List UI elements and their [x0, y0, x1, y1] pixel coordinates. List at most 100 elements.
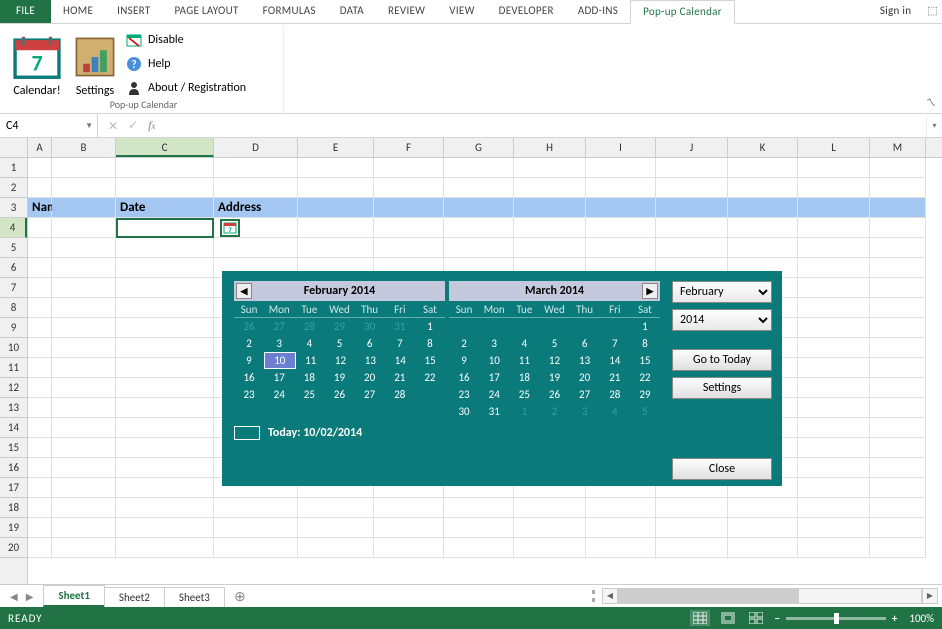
- calendar-day[interactable]: 3: [264, 335, 294, 352]
- cell-J3[interactable]: [656, 198, 728, 218]
- cell-M8[interactable]: [870, 298, 926, 318]
- row-header-15[interactable]: 15: [0, 438, 27, 458]
- scroll-thumb[interactable]: [619, 589, 799, 603]
- cancel-formula-icon[interactable]: ✕: [108, 119, 118, 133]
- cell-G19[interactable]: [444, 518, 514, 538]
- row-header-8[interactable]: 8: [0, 298, 27, 318]
- cell-D2[interactable]: [214, 178, 298, 198]
- cell-C15[interactable]: [116, 438, 214, 458]
- cell-D19[interactable]: [214, 518, 298, 538]
- cell-B3[interactable]: [52, 198, 116, 218]
- calendar-day[interactable]: 2: [539, 403, 569, 420]
- calendar-day[interactable]: 29: [324, 318, 354, 335]
- calendar-day[interactable]: 20: [570, 369, 600, 386]
- row-header-16[interactable]: 16: [0, 458, 27, 478]
- cell-L13[interactable]: [798, 398, 870, 418]
- cell-K5[interactable]: [728, 238, 798, 258]
- calendar-day[interactable]: 15: [630, 352, 660, 369]
- zoom-out-icon[interactable]: −: [774, 612, 779, 625]
- calendar-day[interactable]: 6: [355, 335, 385, 352]
- cell-M13[interactable]: [870, 398, 926, 418]
- cell-D5[interactable]: [214, 238, 298, 258]
- close-button[interactable]: Close: [672, 458, 772, 480]
- cell-M14[interactable]: [870, 418, 926, 438]
- calendar-button[interactable]: 7 Calendar!: [10, 28, 64, 98]
- calendar-day[interactable]: 7: [600, 335, 630, 352]
- calendar-day[interactable]: 4: [600, 403, 630, 420]
- cell-L7[interactable]: [798, 278, 870, 298]
- cell-K1[interactable]: [728, 158, 798, 178]
- cell-J20[interactable]: [656, 538, 728, 558]
- cell-L11[interactable]: [798, 358, 870, 378]
- cell-I3[interactable]: [586, 198, 656, 218]
- calendar-day[interactable]: 14: [600, 352, 630, 369]
- row-header-18[interactable]: 18: [0, 498, 27, 518]
- tab-page-layout[interactable]: PAGE LAYOUT: [162, 0, 250, 23]
- calendar-day[interactable]: 10: [479, 352, 509, 369]
- collapse-ribbon-icon[interactable]: ㄟ: [926, 94, 936, 109]
- cell-C10[interactable]: [116, 338, 214, 358]
- horizontal-scrollbar[interactable]: ◀ ▶: [592, 585, 942, 607]
- cell-A15[interactable]: [28, 438, 52, 458]
- sheet-tab-sheet3[interactable]: Sheet3: [164, 587, 225, 607]
- column-header-F[interactable]: F: [374, 138, 444, 157]
- calendar-day[interactable]: 25: [509, 386, 539, 403]
- cell-L14[interactable]: [798, 418, 870, 438]
- calendar-day[interactable]: 22: [415, 369, 445, 386]
- column-header-J[interactable]: J: [656, 138, 728, 157]
- cell-K2[interactable]: [728, 178, 798, 198]
- row-header-11[interactable]: 11: [0, 358, 27, 378]
- cell-L5[interactable]: [798, 238, 870, 258]
- month-select[interactable]: February: [672, 281, 772, 303]
- cell-M6[interactable]: [870, 258, 926, 278]
- row-header-5[interactable]: 5: [0, 238, 27, 258]
- cell-M4[interactable]: [870, 218, 926, 238]
- cell-K20[interactable]: [728, 538, 798, 558]
- cell-H20[interactable]: [514, 538, 586, 558]
- calendar-day[interactable]: 5: [630, 403, 660, 420]
- calendar-day[interactable]: 13: [570, 352, 600, 369]
- cell-K18[interactable]: [728, 498, 798, 518]
- tab-file[interactable]: FILE: [0, 0, 51, 23]
- cell-M12[interactable]: [870, 378, 926, 398]
- cell-J2[interactable]: [656, 178, 728, 198]
- cell-G1[interactable]: [444, 158, 514, 178]
- tab-formulas[interactable]: FORMULAS: [251, 0, 328, 23]
- tab-data[interactable]: DATA: [328, 0, 376, 23]
- goto-today-button[interactable]: Go to Today: [672, 349, 772, 371]
- cell-M19[interactable]: [870, 518, 926, 538]
- calendar-day[interactable]: 1: [509, 403, 539, 420]
- row-header-12[interactable]: 12: [0, 378, 27, 398]
- cell-H2[interactable]: [514, 178, 586, 198]
- next-month-button[interactable]: ▶: [642, 283, 658, 299]
- cell-B2[interactable]: [52, 178, 116, 198]
- cell-L1[interactable]: [798, 158, 870, 178]
- cell-I19[interactable]: [586, 518, 656, 538]
- calendar-day[interactable]: 3: [570, 403, 600, 420]
- cell-K3[interactable]: [728, 198, 798, 218]
- cell-L16[interactable]: [798, 458, 870, 478]
- cell-H18[interactable]: [514, 498, 586, 518]
- name-box[interactable]: C4 ▼: [0, 114, 98, 137]
- row-header-2[interactable]: 2: [0, 178, 27, 198]
- formula-input[interactable]: [165, 114, 926, 137]
- cell-L15[interactable]: [798, 438, 870, 458]
- column-header-K[interactable]: K: [728, 138, 798, 157]
- add-sheet-button[interactable]: ⊕: [224, 585, 248, 607]
- cell-A19[interactable]: [28, 518, 52, 538]
- cell-I4[interactable]: [586, 218, 656, 238]
- cell-B15[interactable]: [52, 438, 116, 458]
- cell-E20[interactable]: [298, 538, 374, 558]
- calendar-day[interactable]: 7: [385, 335, 415, 352]
- calendar-day[interactable]: 4: [294, 335, 324, 352]
- calendar-day[interactable]: 12: [326, 352, 356, 369]
- cell-G20[interactable]: [444, 538, 514, 558]
- calendar-day[interactable]: 28: [600, 386, 630, 403]
- name-box-dropdown-icon[interactable]: ▼: [85, 121, 93, 131]
- cell-A7[interactable]: [28, 278, 52, 298]
- sheet-nav-next-icon[interactable]: ▶: [26, 590, 34, 603]
- sign-in-button[interactable]: Sign in: [868, 0, 923, 23]
- calendar-day[interactable]: 18: [509, 369, 539, 386]
- cell-I20[interactable]: [586, 538, 656, 558]
- cell-H4[interactable]: [514, 218, 586, 238]
